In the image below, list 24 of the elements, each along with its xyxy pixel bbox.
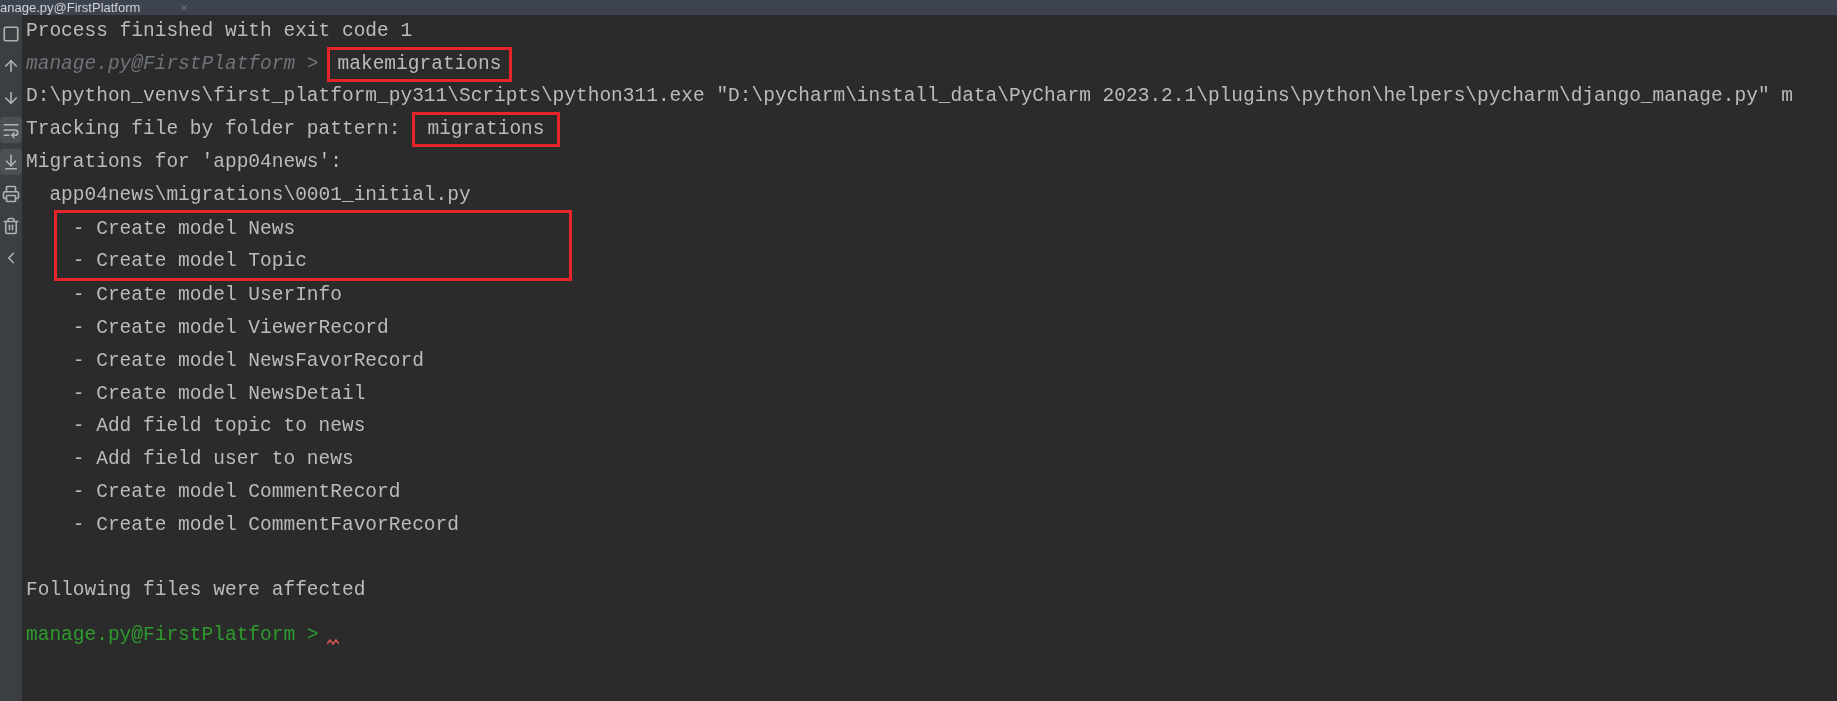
- console-output-line: Tracking file by folder pattern:: [26, 117, 401, 143]
- console-output-line: - Add field user to news: [71, 447, 354, 473]
- console-output-line: - Create model NewsFavorRecord: [71, 348, 424, 374]
- console-output-line: app04news\migrations\0001_initial.py: [48, 182, 471, 208]
- console-output-line: - Create model Topic: [71, 249, 307, 275]
- console-output-line: - Create model CommentFavorRecord: [71, 512, 459, 538]
- console-output-line: Process finished with exit code 1: [26, 18, 413, 44]
- console-output-line: - Create model NewsDetail: [71, 381, 366, 407]
- console-prompt: manage.py@FirstPlatform >: [26, 623, 319, 649]
- console-prompt: manage.py@FirstPlatform >: [26, 51, 319, 77]
- folder-pattern-value: migrations: [412, 112, 560, 148]
- console-output-line: - Create model UserInfo: [71, 283, 342, 309]
- console-output-line: Following files were affected: [26, 578, 366, 604]
- console-output-line: - Add field topic to news: [71, 414, 366, 440]
- wrap-icon[interactable]: [0, 117, 22, 143]
- scroll-to-end-icon[interactable]: [0, 149, 22, 175]
- console-output-line: - Create model News: [71, 216, 296, 242]
- text-cursor-squiggle-icon: [326, 638, 339, 645]
- console-output-line: D:\python_venvs\first_platform_py311\Scripts\python311.exe "D:\pycharm\install_data\PyCharm 2023.2.1\plugins\python\helpers\pycharm\django_manage.py" m: [26, 84, 1793, 110]
- console-output-line: - Create model CommentRecord: [71, 479, 401, 505]
- typed-command: makemigrations: [326, 46, 513, 82]
- console-output-line: Migrations for 'app04news':: [26, 149, 342, 175]
- console-output-line: - Create model ViewerRecord: [71, 315, 389, 341]
- console-tab[interactable]: anage.py@FirstPlatform: [0, 0, 141, 15]
